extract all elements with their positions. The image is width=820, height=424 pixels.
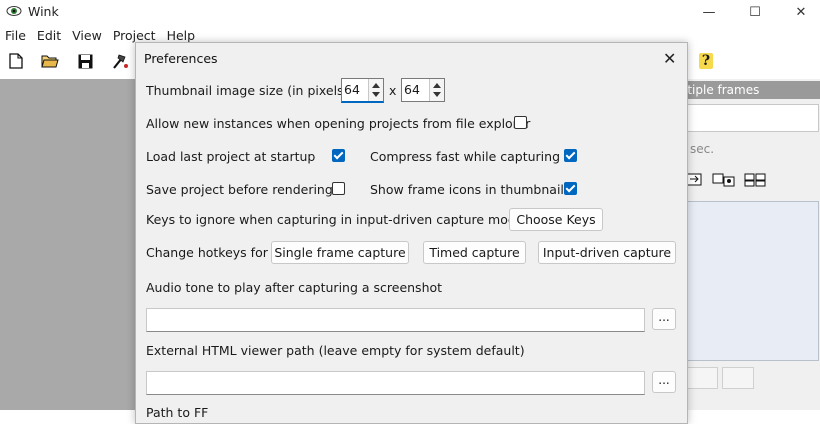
save-icon xyxy=(78,54,92,68)
load-last-project-checkbox[interactable] xyxy=(332,149,345,162)
single-frame-capture-button[interactable]: Single frame capture xyxy=(271,241,409,264)
spin-down-icon xyxy=(372,92,380,97)
allow-new-instances-checkbox[interactable] xyxy=(514,116,527,129)
title-bar: Wink — ☐ ✕ xyxy=(0,0,820,24)
keys-ignore-label: Keys to ignore when capturing in input-d… xyxy=(146,212,524,227)
new-file-icon xyxy=(9,53,23,69)
minimize-button[interactable]: — xyxy=(686,0,732,24)
maximize-icon: ☐ xyxy=(749,4,761,20)
height-spin-arrows[interactable] xyxy=(429,79,444,101)
spin-down-icon xyxy=(433,92,441,97)
audio-path-input[interactable] xyxy=(146,308,645,332)
frame-export-icon[interactable] xyxy=(686,173,704,187)
frame-tools xyxy=(686,173,766,187)
show-frame-icons-label: Show frame icons in thumbnails xyxy=(370,182,571,197)
show-frame-icons-checkbox[interactable] xyxy=(564,182,577,195)
width-spin-arrows[interactable] xyxy=(368,79,383,101)
thumbnail-height-spinner[interactable]: 64 xyxy=(401,78,445,102)
audio-browse-button[interactable]: ... xyxy=(652,308,676,330)
timed-capture-button[interactable]: Timed capture xyxy=(423,241,526,264)
open-button[interactable] xyxy=(40,51,60,71)
spin-up-icon xyxy=(372,83,380,88)
load-last-project-label: Load last project at startup xyxy=(146,149,316,164)
save-button[interactable] xyxy=(75,51,95,71)
spin-up-icon xyxy=(433,83,441,88)
frame-grid-icon[interactable] xyxy=(744,173,766,187)
wink-app-icon xyxy=(6,6,22,16)
thumbnail-height-value: 64 xyxy=(404,82,420,97)
html-viewer-browse-button[interactable]: ... xyxy=(652,371,676,393)
thumbnail-width-value: 64 xyxy=(344,82,360,97)
close-button[interactable]: ✕ xyxy=(778,0,820,24)
right-panel-header: ltiple frames xyxy=(684,81,820,99)
maximize-button[interactable]: ☐ xyxy=(732,0,778,24)
thumbnail-x-label: x xyxy=(389,83,397,98)
allow-new-instances-label: Allow new instances when opening project… xyxy=(146,116,531,131)
help-button[interactable]: ? xyxy=(696,51,716,71)
menu-file[interactable]: File xyxy=(0,27,32,47)
open-folder-icon xyxy=(41,55,59,68)
panel-button-1[interactable] xyxy=(686,367,718,389)
close-icon: ✕ xyxy=(795,4,807,20)
new-file-button[interactable] xyxy=(6,51,26,71)
save-before-render-label: Save project before rendering xyxy=(146,182,333,197)
render-button[interactable] xyxy=(110,51,130,71)
input-driven-capture-button[interactable]: Input-driven capture xyxy=(538,241,676,264)
thumbnail-size-label: Thumbnail image size (in pixels) xyxy=(146,83,349,98)
minimize-icon: — xyxy=(702,4,716,20)
right-panel-input[interactable] xyxy=(686,104,819,132)
dialog-title: Preferences xyxy=(144,51,218,66)
canvas-area xyxy=(0,79,135,410)
right-panel: ltiple frames sec. xyxy=(684,79,820,410)
dialog-close-icon[interactable]: ✕ xyxy=(663,49,676,68)
menu-edit[interactable]: Edit xyxy=(32,27,67,47)
html-viewer-label: External HTML viewer path (leave empty f… xyxy=(146,343,525,358)
panel-button-2[interactable] xyxy=(722,367,754,389)
save-before-render-checkbox[interactable] xyxy=(332,182,345,195)
render-icon xyxy=(113,54,128,69)
choose-keys-button[interactable]: Choose Keys xyxy=(509,208,603,231)
preferences-dialog: Preferences ✕ Thumbnail image size (in p… xyxy=(135,42,688,424)
hotkeys-label: Change hotkeys for xyxy=(146,245,268,260)
ffmpeg-path-label: Path to FF xyxy=(146,405,209,420)
sec-label: sec. xyxy=(690,142,715,156)
app-title: Wink xyxy=(28,4,59,19)
frame-list[interactable] xyxy=(686,201,819,361)
compress-fast-checkbox[interactable] xyxy=(564,149,577,162)
audio-tone-label: Audio tone to play after capturing a scr… xyxy=(146,280,443,295)
help-icon: ? xyxy=(698,53,714,69)
compress-fast-label: Compress fast while capturing xyxy=(370,149,561,164)
html-viewer-path-input[interactable] xyxy=(146,371,645,395)
frame-copy-icon[interactable] xyxy=(712,173,736,187)
thumbnail-width-spinner[interactable]: 64 xyxy=(341,78,384,103)
menu-view[interactable]: View xyxy=(67,27,108,47)
